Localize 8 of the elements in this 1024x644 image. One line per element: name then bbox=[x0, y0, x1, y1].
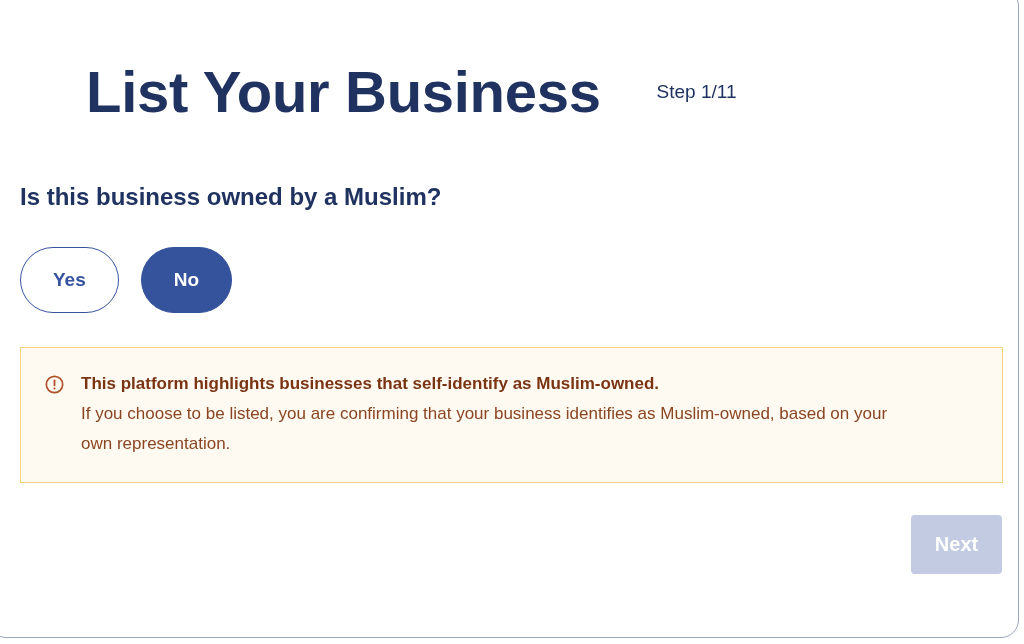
notice-heading: This platform highlights businesses that self-identify as Muslim-owned. bbox=[81, 373, 661, 395]
exclamation-circle-icon bbox=[45, 375, 64, 394]
option-button[interactable]: No bbox=[140, 247, 233, 313]
step-counter: Step 1/11 bbox=[656, 81, 737, 103]
notice-text: If you choose to be listed, you are confirming that your business identifies as Muslim-owned, based on your own representation. bbox=[81, 403, 889, 455]
option-button[interactable]: Yes bbox=[20, 247, 119, 313]
question-label: Is this business owned by a Muslim? bbox=[20, 182, 443, 212]
page-title: List Your Business bbox=[86, 58, 601, 126]
